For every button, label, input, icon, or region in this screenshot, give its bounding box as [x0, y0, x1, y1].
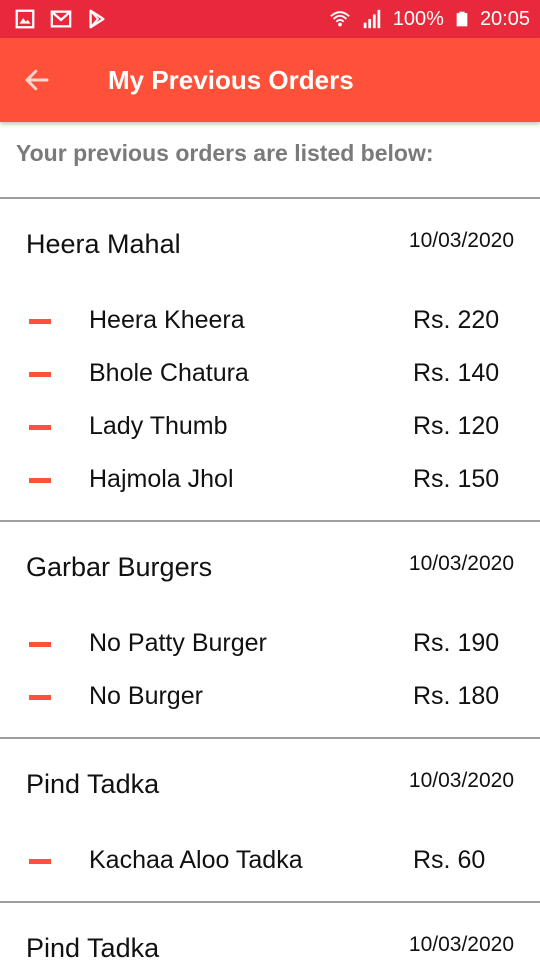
restaurant-name: Garbar Burgers — [26, 552, 213, 582]
item-name: Bhole Chatura — [89, 359, 249, 387]
bullet-dash-icon — [29, 478, 51, 483]
gmail-icon — [50, 10, 72, 28]
bullet-dash-icon — [29, 425, 51, 430]
item-name: Lady Thumb — [89, 412, 228, 440]
item-name: Kachaa Aloo Tadka — [89, 846, 303, 874]
bullet-dash-icon — [29, 642, 51, 647]
order-item: No Patty Burger Rs. 190 — [0, 617, 540, 670]
order-card[interactable]: Heera Mahal 10/03/2020 Heera Kheera Rs. … — [0, 199, 540, 519]
item-name: No Patty Burger — [89, 629, 267, 657]
order-date: 10/03/2020 — [408, 552, 514, 575]
item-price: Rs. 190 — [413, 629, 500, 657]
order-item: No Burger Rs. 180 — [0, 670, 540, 723]
item-name: Heera Kheera — [89, 306, 245, 334]
order-item: Kachaa Aloo Tadka Rs. 60 — [0, 834, 540, 887]
bullet-dash-icon — [29, 859, 51, 864]
battery-icon — [456, 11, 468, 27]
order-date: 10/03/2020 — [408, 933, 514, 956]
order-item: Heera Kheera Rs. 220 — [0, 294, 540, 347]
restaurant-name: Pind Tadka — [26, 933, 160, 960]
order-item: Hajmola Jhol Rs. 150 — [0, 453, 540, 506]
order-card[interactable]: Garbar Burgers 10/03/2020 No Patty Burge… — [0, 522, 540, 737]
bullet-dash-icon — [29, 372, 51, 377]
bullet-dash-icon — [29, 695, 51, 700]
item-name: Hajmola Jhol — [89, 465, 234, 493]
app-bar: My Previous Orders — [0, 38, 540, 122]
order-item: Bhole Chatura Rs. 140 — [0, 347, 540, 400]
item-price: Rs. 220 — [413, 306, 500, 334]
play-store-icon — [89, 9, 105, 29]
signal-icon — [363, 9, 381, 29]
restaurant-name: Heera Mahal — [26, 229, 181, 259]
order-item: Lady Thumb Rs. 120 — [0, 400, 540, 453]
item-price: Rs. 180 — [413, 682, 500, 710]
orders-subtitle: Your previous orders are listed below: — [16, 140, 434, 166]
item-price: Rs. 120 — [413, 412, 500, 440]
page-title: My Previous Orders — [108, 65, 354, 95]
notification-icons — [14, 8, 108, 30]
item-name: No Burger — [89, 682, 203, 710]
order-date: 10/03/2020 — [408, 229, 514, 252]
item-price: Rs. 140 — [413, 359, 500, 387]
order-card[interactable]: Pind Tadka 10/03/2020 Kachaa Aloo Tadka … — [0, 739, 540, 901]
gallery-icon — [15, 9, 35, 29]
battery-percentage: 100% — [392, 7, 444, 30]
clock: 20:05 — [479, 7, 530, 30]
bullet-dash-icon — [29, 319, 51, 324]
arrow-back-icon[interactable] — [22, 65, 52, 95]
wifi-icon — [330, 11, 350, 27]
order-card[interactable]: Pind Tadka 10/03/2020 — [0, 903, 540, 960]
item-price: Rs. 60 — [413, 846, 486, 874]
status-right: 100% 20:05 — [329, 0, 530, 38]
status-bar: 100% 20:05 — [0, 0, 540, 38]
item-price: Rs. 150 — [413, 465, 500, 493]
order-date: 10/03/2020 — [408, 769, 514, 792]
restaurant-name: Pind Tadka — [26, 769, 160, 799]
